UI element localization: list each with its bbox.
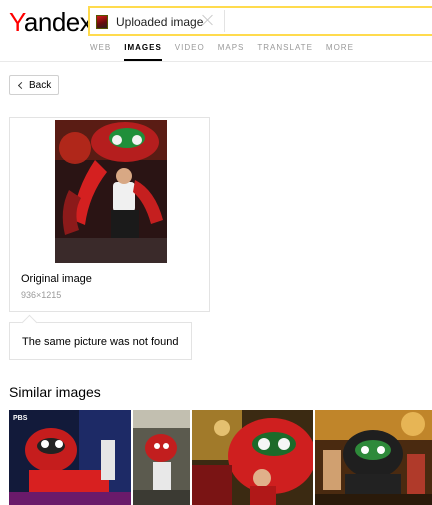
pbs-watermark: PBS bbox=[13, 415, 28, 422]
original-image-card[interactable]: Original image 936×1215 bbox=[9, 117, 210, 312]
header: Yandex Uploaded image WEB IMAGES VIDEO M… bbox=[0, 0, 432, 62]
search-box[interactable]: Uploaded image bbox=[88, 6, 432, 36]
similar-image-3[interactable] bbox=[192, 410, 313, 505]
chip-label: Uploaded image bbox=[116, 14, 204, 29]
back-label: Back bbox=[29, 79, 52, 91]
similar-image-3-graphic bbox=[192, 410, 313, 505]
similar-image-1-graphic: PBS bbox=[9, 410, 131, 505]
original-image-graphic bbox=[55, 120, 167, 263]
similar-images-strip: PBS bbox=[9, 410, 432, 505]
not-found-notice: The same picture was not found bbox=[9, 322, 192, 360]
tab-images[interactable]: IMAGES bbox=[124, 43, 162, 61]
tab-translate[interactable]: TRANSLATE bbox=[257, 43, 313, 61]
back-button[interactable]: Back bbox=[9, 75, 59, 95]
search-divider bbox=[224, 10, 225, 32]
tab-web[interactable]: WEB bbox=[90, 43, 111, 61]
yandex-logo[interactable]: Yandex bbox=[9, 7, 93, 37]
similar-image-4[interactable] bbox=[315, 410, 432, 505]
similar-image-2-graphic bbox=[133, 410, 190, 505]
logo-rest: andex bbox=[23, 7, 93, 37]
tab-video[interactable]: VIDEO bbox=[175, 43, 205, 61]
uploaded-image-thumbnail bbox=[96, 14, 108, 29]
uploaded-image-chip[interactable]: Uploaded image bbox=[96, 12, 203, 31]
not-found-text: The same picture was not found bbox=[22, 336, 179, 348]
tab-more[interactable]: MORE bbox=[326, 43, 354, 61]
similar-image-2[interactable] bbox=[133, 410, 190, 505]
chevron-left-icon bbox=[17, 81, 26, 89]
original-image-dimensions: 936×1215 bbox=[21, 290, 62, 300]
similar-image-1[interactable]: PBS bbox=[9, 410, 131, 505]
close-icon[interactable] bbox=[201, 13, 215, 27]
similar-images-title: Similar images bbox=[9, 384, 101, 400]
original-image-label: Original image bbox=[21, 273, 92, 285]
original-image[interactable] bbox=[55, 120, 167, 263]
search-nav: WEB IMAGES VIDEO MAPS TRANSLATE MORE bbox=[90, 43, 367, 61]
similar-image-4-graphic bbox=[315, 410, 432, 505]
tab-maps[interactable]: MAPS bbox=[218, 43, 245, 61]
logo-first-letter: Y bbox=[9, 7, 24, 37]
